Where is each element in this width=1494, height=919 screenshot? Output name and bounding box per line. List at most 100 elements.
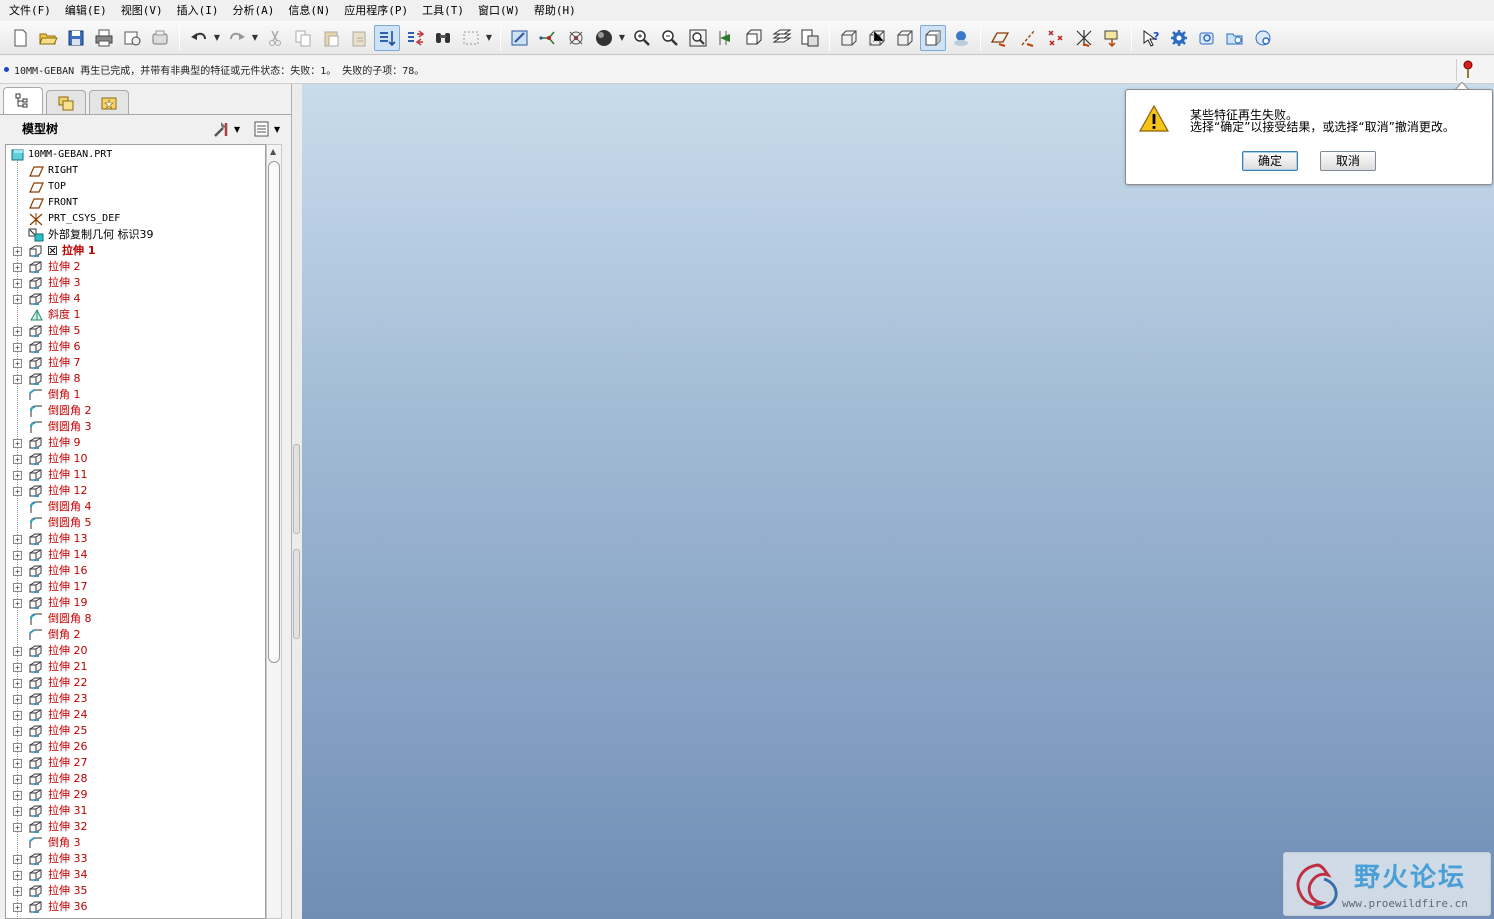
refit-button[interactable] [685, 25, 711, 51]
tree-item[interactable]: + 拉伸 14 [6, 547, 265, 563]
panel-splitter[interactable] [292, 84, 302, 919]
zoom-in-button[interactable] [629, 25, 655, 51]
menu-item[interactable]: 插入(I) [170, 0, 226, 21]
tree-item[interactable]: + 拉伸 8 [6, 371, 265, 387]
tree-item[interactable]: RIGHT [6, 163, 265, 179]
tree-item[interactable]: 倒圆角 3 [6, 419, 265, 435]
reorient-button[interactable] [713, 25, 739, 51]
repaint-button[interactable] [507, 25, 533, 51]
tree-item[interactable]: + 拉伸 36 [6, 899, 265, 915]
expand-toggle-icon[interactable]: + [13, 263, 22, 272]
expand-toggle-icon[interactable]: + [13, 871, 22, 880]
tree-item[interactable]: + 拉伸 3 [6, 275, 265, 291]
tree-item[interactable]: + 拉伸 16 [6, 563, 265, 579]
tree-item[interactable]: 倒圆角 4 [6, 499, 265, 515]
view-manager-button[interactable] [797, 25, 823, 51]
tree-item[interactable]: + 拉伸 10 [6, 451, 265, 467]
open-file-button[interactable] [35, 25, 61, 51]
scroll-up-icon[interactable]: ▲ [270, 147, 276, 156]
expand-toggle-icon[interactable]: + [13, 775, 22, 784]
tree-item[interactable]: 倒角 2 [6, 627, 265, 643]
expand-toggle-icon[interactable]: + [13, 455, 22, 464]
undo-button[interactable] [186, 25, 212, 51]
tree-item[interactable]: + 拉伸 27 [6, 755, 265, 771]
annotation-button[interactable] [1099, 25, 1125, 51]
expand-toggle-icon[interactable]: + [13, 663, 22, 672]
expand-toggle-icon[interactable]: + [13, 567, 22, 576]
chevron-down-icon[interactable]: ▼ [251, 25, 259, 51]
message-pin-icon[interactable] [1456, 59, 1478, 81]
menu-item[interactable]: 文件(F) [2, 0, 58, 21]
tree-item[interactable]: + 拉伸 4 [6, 291, 265, 307]
expand-toggle-icon[interactable]: + [13, 855, 22, 864]
menu-item[interactable]: 工具(T) [415, 0, 471, 21]
expand-toggle-icon[interactable]: + [13, 887, 22, 896]
tree-item[interactable]: + 拉伸 9 [6, 435, 265, 451]
tree-item[interactable]: + 拉伸 25 [6, 723, 265, 739]
menu-item[interactable]: 帮助(H) [527, 0, 583, 21]
regenerate-button[interactable] [374, 24, 400, 51]
layers-button[interactable] [769, 25, 795, 51]
tree-item[interactable]: + 拉伸 20 [6, 643, 265, 659]
graphics-window[interactable] [302, 84, 1494, 919]
tree-item[interactable]: PRT_CSYS_DEF [6, 211, 265, 227]
expand-toggle-icon[interactable]: + [13, 471, 22, 480]
tree-item[interactable]: + 拉伸 35 [6, 883, 265, 899]
tool-b-button[interactable] [1222, 25, 1248, 51]
expand-toggle-icon[interactable]: + [13, 487, 22, 496]
chevron-down-icon[interactable]: ▼ [618, 25, 626, 51]
context-help-button[interactable]: ? [1138, 25, 1164, 51]
tree-item[interactable]: 斜度 1 [6, 307, 265, 323]
tool-a-button[interactable] [1194, 25, 1220, 51]
tab-model-tree[interactable] [3, 87, 43, 114]
new-file-button[interactable] [7, 25, 33, 51]
expand-toggle-icon[interactable]: + [13, 903, 22, 912]
tree-item[interactable]: 倒角 1 [6, 387, 265, 403]
expand-toggle-icon[interactable]: + [13, 551, 22, 560]
zoom-out-button[interactable] [657, 25, 683, 51]
tree-item[interactable]: 外部复制几何 标识39 [6, 227, 265, 243]
tree-settings-button[interactable]: ▼ [212, 119, 240, 139]
expand-toggle-icon[interactable]: + [13, 647, 22, 656]
tree-item[interactable]: 倒角 3 [6, 835, 265, 851]
tool-c-button[interactable] [1250, 25, 1276, 51]
no-hidden-button[interactable] [892, 25, 918, 51]
expand-toggle-icon[interactable]: + [13, 439, 22, 448]
datum-planes-button[interactable] [987, 25, 1013, 51]
tab-favorites[interactable] [89, 90, 129, 114]
cut-button[interactable] [262, 25, 288, 51]
scrollbar-thumb[interactable] [268, 161, 280, 663]
coord-systems-button[interactable] [1071, 25, 1097, 51]
expand-toggle-icon[interactable]: + [13, 343, 22, 352]
chevron-down-icon[interactable]: ▼ [485, 25, 493, 51]
tree-item[interactable]: + 拉伸 11 [6, 467, 265, 483]
tree-item[interactable]: + 拉伸 34 [6, 867, 265, 883]
expand-toggle-icon[interactable]: + [13, 711, 22, 720]
save-button[interactable] [63, 25, 89, 51]
tree-item[interactable]: + 拉伸 5 [6, 323, 265, 339]
send-mail-button[interactable] [119, 25, 145, 51]
enhanced-realism-button[interactable] [948, 25, 974, 51]
print-button[interactable] [91, 25, 117, 51]
redo-button[interactable] [224, 25, 250, 51]
menu-item[interactable]: 分析(A) [226, 0, 282, 21]
menu-item[interactable]: 视图(V) [114, 0, 170, 21]
tree-root[interactable]: 10MM-GEBAN.PRT [6, 147, 265, 163]
tree-item[interactable]: FRONT [6, 195, 265, 211]
tree-item[interactable]: + 拉伸 31 [6, 803, 265, 819]
expand-toggle-icon[interactable]: + [13, 743, 22, 752]
saved-views-button[interactable] [741, 25, 767, 51]
shading-button[interactable] [920, 24, 946, 51]
tree-item[interactable]: + 拉伸 22 [6, 675, 265, 691]
copy-button[interactable] [290, 25, 316, 51]
expand-toggle-icon[interactable]: + [13, 375, 22, 384]
expand-toggle-icon[interactable]: + [13, 599, 22, 608]
expand-toggle-icon[interactable]: + [13, 279, 22, 288]
datum-points-button[interactable] [1043, 25, 1069, 51]
hidden-line-button[interactable] [864, 25, 890, 51]
tree-item[interactable]: + 拉伸 6 [6, 339, 265, 355]
tree-display-button[interactable]: ▼ [252, 119, 280, 139]
orient-mode-button[interactable] [563, 25, 589, 51]
tree-item[interactable]: + 拉伸 33 [6, 851, 265, 867]
ok-button[interactable]: 确定 [1242, 151, 1298, 171]
